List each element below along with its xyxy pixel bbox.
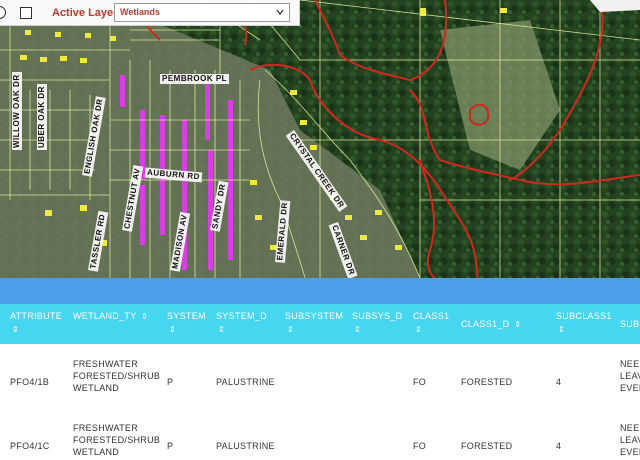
sort-icon[interactable]: ⇕ — [558, 323, 565, 336]
column-header-subclass1[interactable]: SUBCLASS1 ⇕ — [556, 310, 612, 336]
column-header-wetland-ty[interactable]: WETLAND_TY ⇕ — [73, 310, 148, 323]
active-layer-label: Active Layer: — [52, 7, 122, 19]
table-header: ATTRIBUTE ⇕ WETLAND_TY ⇕ SYSTEM ⇕ SYSTEM… — [0, 304, 640, 344]
sort-icon[interactable]: ⇕ — [218, 323, 225, 336]
cell-subc: NEED LEAV EVER — [620, 423, 640, 457]
cell-system: P — [167, 377, 174, 387]
cell-subclass1: 4 — [556, 377, 562, 387]
column-header-subsys-d[interactable]: SUBSYS_D ⇕ — [352, 310, 402, 336]
column-header-subsystem[interactable]: SUBSYSTEM ⇕ — [285, 310, 343, 336]
chevron-down-icon — [276, 9, 284, 16]
cell-system-d: PALUSTRINE — [216, 441, 275, 451]
cell-subc: NEED LEAV EVER — [620, 359, 640, 393]
table-toolbar — [0, 278, 640, 304]
column-header-label: WETLAND_TY — [73, 311, 137, 321]
rectangle-select-icon[interactable] — [20, 7, 32, 19]
column-header-system[interactable]: SYSTEM ⇕ — [167, 310, 206, 336]
column-header-label: CLASS1_D — [461, 319, 510, 329]
sort-icon[interactable]: ⇕ — [287, 323, 294, 336]
attribute-table: ATTRIBUTE ⇕ WETLAND_TY ⇕ SYSTEM ⇕ SYSTEM… — [0, 304, 640, 460]
column-header-label: SUBSYS_D — [352, 311, 403, 321]
column-header-label: SYSTEM_D — [216, 311, 267, 321]
map-toolbar: Active Layer: Wetlands — [0, 0, 300, 26]
cell-class1: FO — [413, 441, 427, 451]
column-header-label: SUBC — [620, 319, 640, 329]
column-header-system-d[interactable]: SYSTEM_D ⇕ — [216, 310, 267, 336]
table-row[interactable]: PFO4/1B FRESHWATER FORESTED/SHRUB WETLAN… — [0, 346, 640, 410]
cell-attribute: PFO4/1C — [10, 441, 50, 451]
column-header-subc[interactable]: SUBC — [620, 318, 640, 331]
column-header-class1[interactable]: CLASS1 ⇕ — [413, 310, 449, 336]
sort-icon[interactable]: ⇕ — [354, 323, 361, 336]
active-layer-select[interactable]: Wetlands — [114, 3, 290, 22]
column-header-label: ATTRIBUTE — [10, 311, 63, 321]
sort-icon[interactable]: ⇕ — [514, 318, 521, 331]
column-header-class1-d[interactable]: CLASS1_D ⇕ — [461, 318, 521, 331]
table-row[interactable]: PFO4/1C FRESHWATER FORESTED/SHRUB WETLAN… — [0, 410, 640, 460]
cell-class1: FO — [413, 377, 427, 387]
cell-subclass1: 4 — [556, 441, 562, 451]
sort-icon[interactable]: ⇕ — [141, 310, 148, 323]
column-header-label: SUBSYSTEM — [285, 311, 344, 321]
column-header-label: SUBCLASS1 — [556, 311, 612, 321]
street-label-willow-oak: WILLOW OAK DR — [12, 72, 22, 150]
street-label-uber-oak: UBER OAK DR — [37, 84, 47, 150]
sort-icon[interactable]: ⇕ — [415, 323, 422, 336]
lasso-tool-icon[interactable] — [0, 6, 6, 19]
map-view[interactable]: PEMBROOK PL WILLOW OAK DR UBER OAK DR EN… — [0, 0, 640, 278]
column-header-label: CLASS1 — [413, 311, 450, 321]
cell-wetland-ty: FRESHWATER FORESTED/SHRUB WETLAND — [73, 423, 161, 457]
cell-wetland-ty: FRESHWATER FORESTED/SHRUB WETLAND — [73, 359, 161, 393]
cell-system-d: PALUSTRINE — [216, 377, 275, 387]
active-layer-value: Wetlands — [120, 7, 160, 17]
cell-attribute: PFO4/1B — [10, 377, 50, 387]
column-header-attribute[interactable]: ATTRIBUTE ⇕ — [10, 310, 62, 336]
cell-class1-d: FORESTED — [461, 377, 513, 387]
sort-icon[interactable]: ⇕ — [12, 323, 19, 336]
column-header-label: SYSTEM — [167, 311, 206, 321]
cell-system: P — [167, 441, 174, 451]
street-label-pembrook: PEMBROOK PL — [160, 74, 230, 84]
cell-class1-d: FORESTED — [461, 441, 513, 451]
sort-icon[interactable]: ⇕ — [169, 323, 176, 336]
